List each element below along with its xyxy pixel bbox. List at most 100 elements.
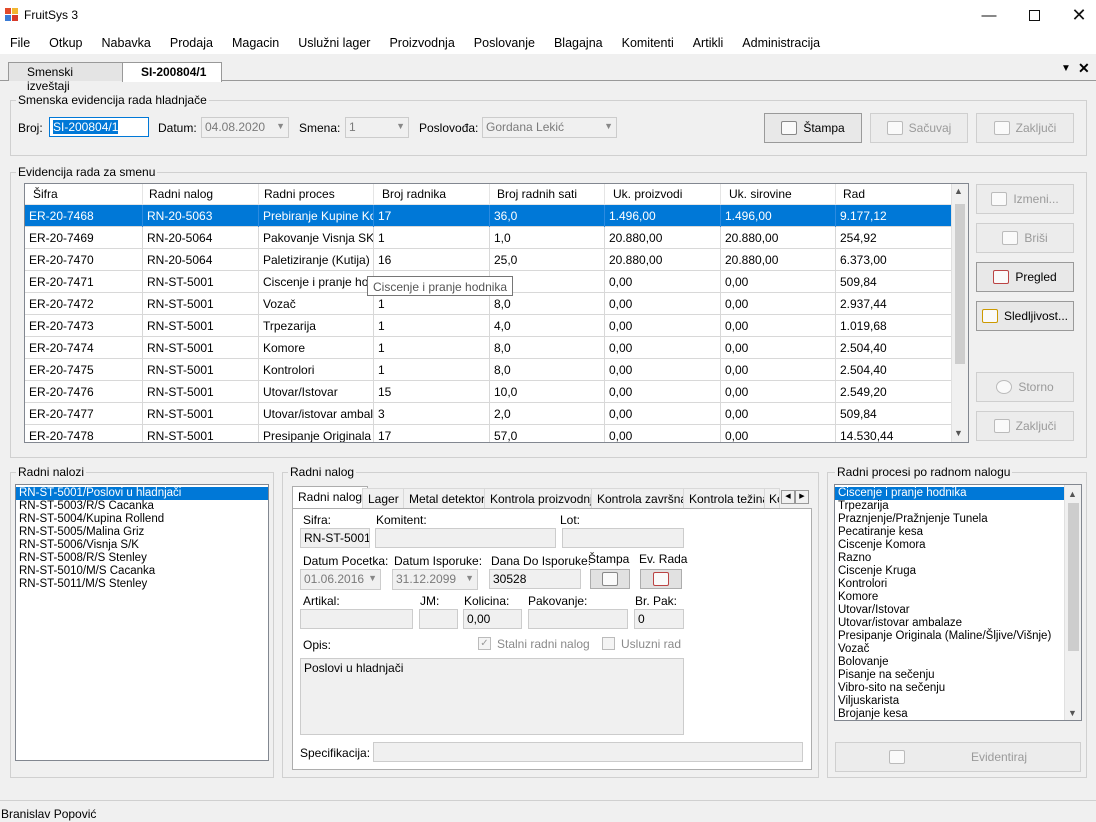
table-row[interactable]: ER-20-7477 RN-ST-5001 Utovar/istovar ambal… xyxy=(25,403,952,425)
list-item[interactable]: Trpezarija xyxy=(835,500,1081,513)
list-item[interactable]: Utovar/istovar ambalaze xyxy=(835,617,1081,630)
col-radni-proces[interactable]: Radni proces xyxy=(259,184,374,205)
datum-pocetka-picker[interactable]: 01.06.2016 ▼ xyxy=(300,569,381,590)
list-item[interactable]: RN-ST-5011/M/S Stenley xyxy=(16,578,268,591)
evidentiraj-button[interactable]: Evidentiraj xyxy=(835,742,1081,772)
list-item[interactable]: RN-ST-5010/M/S Cacanka xyxy=(16,565,268,578)
pregled-button[interactable]: Pregled xyxy=(976,262,1074,292)
procesi-scrollbar[interactable]: ▲ ▼ xyxy=(1064,485,1081,720)
list-item[interactable]: Komore xyxy=(835,591,1081,604)
scroll-thumb[interactable] xyxy=(955,204,965,364)
tab-radni-nalog[interactable]: Radni nalog xyxy=(292,486,369,509)
list-item[interactable]: Pecatiranje kesa xyxy=(835,526,1081,539)
list-item[interactable]: Vozač xyxy=(835,643,1081,656)
list-item[interactable]: Utovar/Istovar xyxy=(835,604,1081,617)
list-item[interactable]: RN-ST-5003/R/S Cacanka xyxy=(16,500,268,513)
scroll-thumb[interactable] xyxy=(1068,503,1079,651)
maximize-button[interactable] xyxy=(1011,0,1057,30)
tab-smenski-izvestaji[interactable]: Smenski izveštaji xyxy=(8,62,128,93)
stampa-button[interactable]: Štampa xyxy=(764,113,862,143)
artikal-field[interactable] xyxy=(300,609,413,629)
list-item[interactable]: Bolovanje xyxy=(835,656,1081,669)
specifikacija-field[interactable] xyxy=(373,742,803,762)
menu-usluzni-lager[interactable]: Uslužni lager xyxy=(288,36,379,50)
list-item[interactable]: Praznjenje/Pražnjenje Tunela xyxy=(835,513,1081,526)
scroll-down-icon[interactable]: ▼ xyxy=(954,428,963,438)
list-item[interactable]: Ciscenje i pranje hodnika xyxy=(835,487,1064,500)
tab-lager[interactable]: Lager xyxy=(362,488,405,508)
pakovanje-field[interactable] xyxy=(528,609,628,629)
menu-otkup[interactable]: Otkup xyxy=(39,36,91,50)
scroll-up-icon[interactable]: ▲ xyxy=(954,186,963,196)
zakljuci-grid-button[interactable]: Zaključi xyxy=(976,411,1074,441)
dana-do-isporuke-field[interactable]: 30528 xyxy=(489,569,581,589)
col-uk-proizvodi[interactable]: Uk. proizvodi xyxy=(605,184,721,205)
scroll-down-icon[interactable]: ▼ xyxy=(1068,707,1077,720)
tab-scroll-right-icon[interactable]: ▶ xyxy=(795,490,809,504)
grid-scrollbar[interactable]: ▲ ▼ xyxy=(951,184,968,442)
scroll-up-icon[interactable]: ▲ xyxy=(1068,488,1077,501)
sledljivost-button[interactable]: Sledljivost... xyxy=(976,301,1074,331)
tab-ko[interactable]: Ko xyxy=(764,488,780,508)
table-row[interactable]: ER-20-7474 RN-ST-5001 Komore 1 8,0 0,00 0,00 2.… xyxy=(25,337,952,359)
table-row[interactable]: ER-20-7473 RN-ST-5001 Trpezarija 1 4,0 0,00 0,… xyxy=(25,315,952,337)
sacuvaj-button[interactable]: Sačuvaj xyxy=(870,113,968,143)
table-row[interactable]: ER-20-7476 RN-ST-5001 Utovar/Istovar 15 10,0… xyxy=(25,381,952,403)
close-button[interactable]: ✕ xyxy=(1056,0,1096,30)
tab-close-icon[interactable]: ✕ xyxy=(1078,60,1090,77)
list-item[interactable]: RN-ST-5006/Visnja S/K xyxy=(16,539,268,552)
zakljuci-header-button[interactable]: Zaključi xyxy=(976,113,1074,143)
list-item[interactable]: Presipanje Originala (Maline/Šljive/Višn… xyxy=(835,630,1081,643)
tab-scroll-left-icon[interactable]: ◀ xyxy=(781,490,795,504)
tab-kontrola-proizvodnja[interactable]: Kontrola proizvodnja xyxy=(484,488,606,508)
table-row[interactable]: ER-20-7470 RN-20-5064 Paletiziranje (Kutij… xyxy=(25,249,952,271)
table-row[interactable]: ER-20-7478 RN-ST-5001 Presipanje Originala… xyxy=(25,425,952,442)
menu-artikli[interactable]: Artikli xyxy=(683,36,733,50)
brisi-button[interactable]: Briši xyxy=(976,223,1074,253)
br-pak-field[interactable]: 0 xyxy=(634,609,684,629)
poslovodja-select[interactable]: Gordana Lekić ▼ xyxy=(482,117,617,138)
opis-textarea[interactable]: Poslovi u hladnjači xyxy=(300,658,684,735)
datum-picker[interactable]: 04.08.2020 ▼ xyxy=(201,117,289,138)
list-item[interactable]: RN-ST-5001/Poslovi u hladnjači xyxy=(16,487,268,500)
sifra-field[interactable]: RN-ST-5001 xyxy=(300,528,370,548)
col-rad[interactable]: Rad xyxy=(836,184,952,205)
col-uk-sirovine[interactable]: Uk. sirovine xyxy=(721,184,836,205)
stampa-nalog-button[interactable] xyxy=(590,569,630,589)
kolicina-field[interactable]: 0,00 xyxy=(463,609,522,629)
broj-input[interactable]: SI-200804/1 xyxy=(49,117,149,137)
izmeni-button[interactable]: Izmeni... xyxy=(976,184,1074,214)
table-row[interactable]: ER-20-7475 RN-ST-5001 Kontrolori 1 8,0 0,00 0,… xyxy=(25,359,952,381)
table-row[interactable]: ER-20-7469 RN-20-5064 Pakovanje Visnja SK.… xyxy=(25,227,952,249)
jm-field[interactable] xyxy=(419,609,458,629)
col-sifra[interactable]: Šifra xyxy=(25,184,143,205)
col-broj-radnika[interactable]: Broj radnika xyxy=(374,184,490,205)
stalni-radni-nalog-checkbox[interactable]: ✓ xyxy=(478,637,491,650)
smena-select[interactable]: 1 ▼ xyxy=(345,117,409,138)
menu-file[interactable]: File xyxy=(0,36,39,50)
minimize-button[interactable]: — xyxy=(966,0,1012,30)
menu-blagajna[interactable]: Blagajna xyxy=(544,36,612,50)
ev-rada-button[interactable] xyxy=(640,569,682,589)
list-item[interactable]: RN-ST-5005/Malina Griz xyxy=(16,526,268,539)
tab-kontrola-zavrsna[interactable]: Kontrola završna xyxy=(591,488,694,508)
list-item[interactable]: Brojanje kesa xyxy=(835,708,1081,720)
list-item[interactable]: Ciscenje Kruga xyxy=(835,565,1081,578)
menu-nabavka[interactable]: Nabavka xyxy=(92,36,160,50)
komitent-field[interactable] xyxy=(375,528,556,548)
menu-administracija[interactable]: Administracija xyxy=(732,36,829,50)
datum-isporuke-picker[interactable]: 31.12.2099 ▼ xyxy=(392,569,478,590)
list-item[interactable]: Viljuskarista xyxy=(835,695,1081,708)
col-broj-radnih-sati[interactable]: Broj radnih sati xyxy=(490,184,605,205)
col-radni-nalog[interactable]: Radni nalog xyxy=(143,184,259,205)
menu-prodaja[interactable]: Prodaja xyxy=(160,36,222,50)
list-item[interactable]: Razno xyxy=(835,552,1081,565)
list-item[interactable]: Ciscenje Komora xyxy=(835,539,1081,552)
menu-magacin[interactable]: Magacin xyxy=(222,36,288,50)
menu-komitenti[interactable]: Komitenti xyxy=(612,36,683,50)
list-item[interactable]: Pisanje na sečenju xyxy=(835,669,1081,682)
usluzni-rad-checkbox[interactable] xyxy=(602,637,615,650)
menu-poslovanje[interactable]: Poslovanje xyxy=(464,36,544,50)
list-item[interactable]: Kontrolori xyxy=(835,578,1081,591)
tab-kontrola-tezina[interactable]: Kontrola težina xyxy=(683,488,776,508)
